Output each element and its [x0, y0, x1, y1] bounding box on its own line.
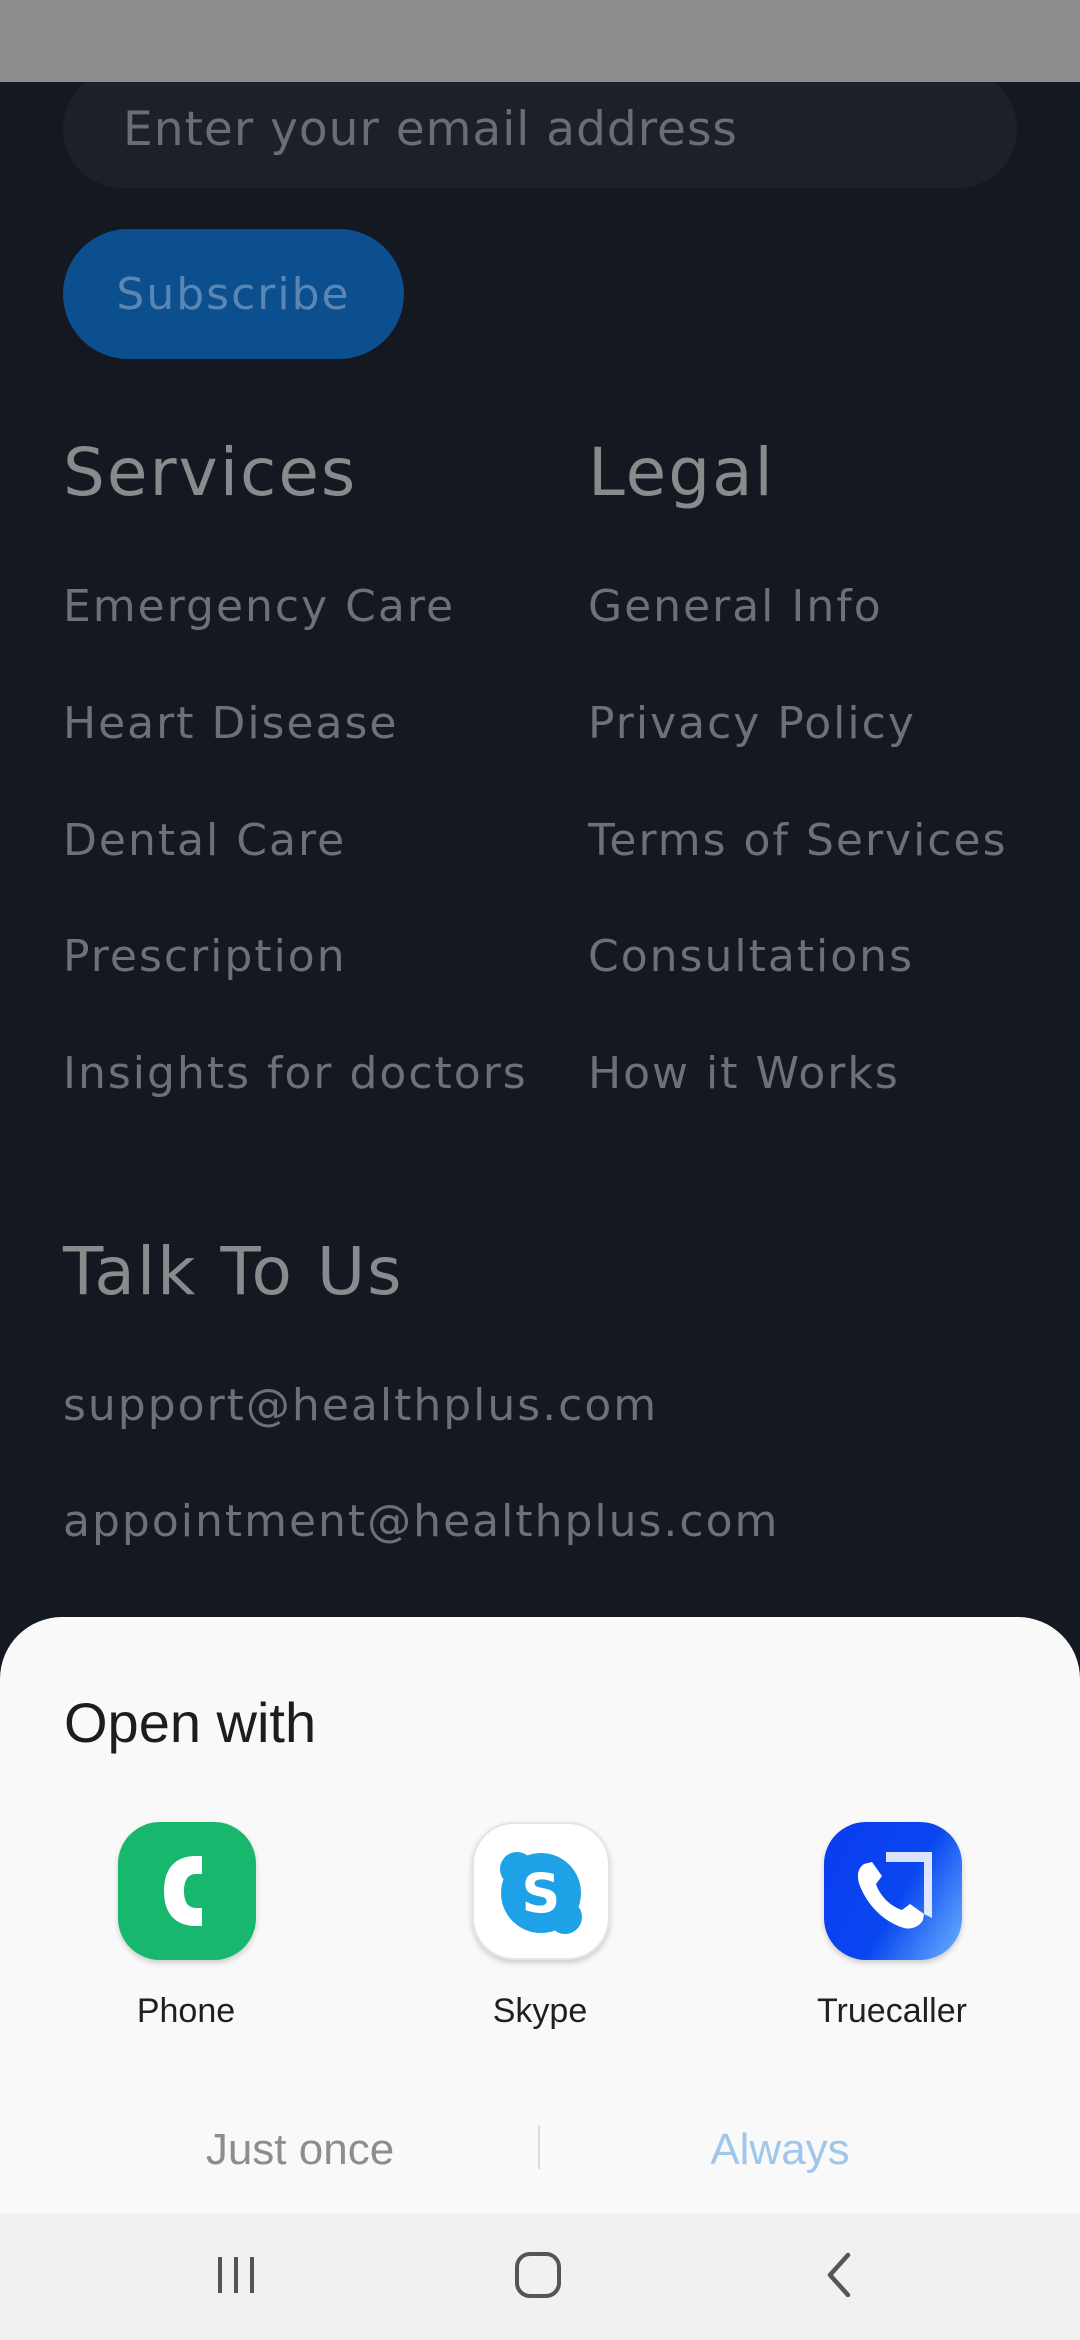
services-link-prescription[interactable]: Prescription [63, 935, 347, 979]
just-once-button[interactable]: Just once [120, 2115, 480, 2185]
services-heading: Services [63, 434, 358, 511]
legal-link-general-info[interactable]: General Info [588, 585, 883, 629]
legal-link-privacy-policy[interactable]: Privacy Policy [588, 702, 916, 746]
open-with-title: Open with [64, 1691, 317, 1754]
system-nav-bar [0, 2213, 1080, 2340]
recents-icon[interactable] [186, 2235, 286, 2315]
app-label-phone: Phone [136, 1992, 236, 2030]
home-icon[interactable] [488, 2235, 588, 2315]
legal-link-terms-of-services[interactable]: Terms of Services [588, 819, 1008, 863]
app-label-truecaller: Truecaller [817, 1992, 967, 2030]
sheet-actions: Just once Always [0, 2115, 1080, 2185]
phone-app-icon [118, 1822, 256, 1960]
services-link-heart-disease[interactable]: Heart Disease [63, 702, 399, 746]
subscribe-button[interactable]: Subscribe [63, 229, 404, 359]
svg-text:S: S [522, 1862, 561, 1925]
services-link-emergency-care[interactable]: Emergency Care [63, 585, 455, 629]
newsletter-email-input[interactable] [63, 70, 1017, 188]
legal-link-how-it-works[interactable]: How it Works [588, 1052, 900, 1096]
screen: Subscribe Services Legal Emergency Care … [0, 0, 1080, 2340]
back-icon[interactable] [790, 2235, 890, 2315]
truecaller-app-icon [824, 1822, 962, 1960]
always-button[interactable]: Always [600, 2115, 960, 2185]
status-bar [0, 0, 1080, 82]
actions-divider [538, 2125, 540, 2169]
app-option-phone[interactable]: Phone [56, 1822, 316, 2052]
support-email-link[interactable]: support@healthplus.com [63, 1384, 658, 1428]
site-footer: Subscribe Services Legal Emergency Care … [0, 70, 1080, 1618]
services-link-insights-for-doctors[interactable]: Insights for doctors [63, 1052, 528, 1096]
app-label-skype: Skype [492, 1992, 588, 2030]
appointment-email-link[interactable]: appointment@healthplus.com [63, 1500, 779, 1544]
services-link-dental-care[interactable]: Dental Care [63, 819, 346, 863]
app-option-truecaller[interactable]: Truecaller [762, 1822, 1022, 2052]
skype-app-icon: S [472, 1822, 610, 1960]
talk-to-us-heading: Talk To Us [63, 1233, 404, 1310]
app-option-skype[interactable]: S Skype [410, 1822, 670, 2052]
legal-link-consultations[interactable]: Consultations [588, 935, 914, 979]
open-with-sheet: Open with Phone S Skype Truecaller Just … [0, 1617, 1080, 2213]
legal-heading: Legal [588, 434, 775, 511]
